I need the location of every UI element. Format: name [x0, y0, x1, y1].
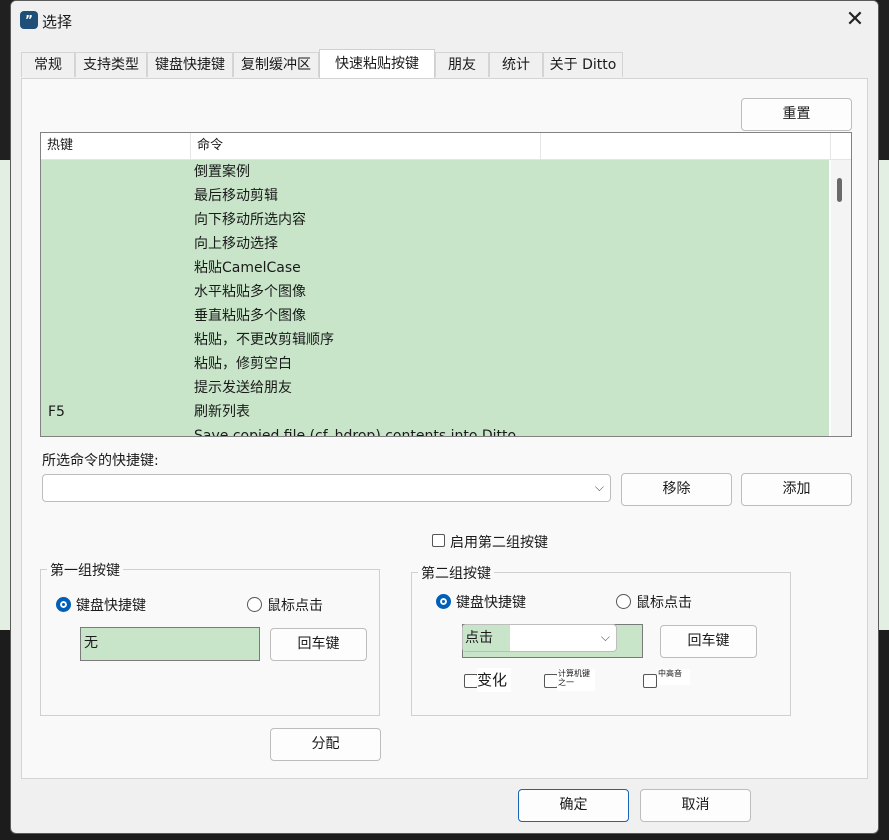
list-body: 倒置案例最后移动剪辑向下移动所选内容 向上移动选择粘贴CamelCase 水平粘贴多…: [41, 160, 829, 436]
list-item[interactable]: 向上移动选择: [41, 232, 829, 256]
computer-key-checkbox[interactable]: [544, 674, 558, 688]
group1-keyboard-label: 键盘快捷键: [76, 598, 146, 614]
group2-combo-value: 点击: [463, 625, 510, 651]
list-item[interactable]: 提示发送给朋友: [41, 376, 829, 400]
list-item[interactable]: 粘贴CamelCase: [41, 256, 829, 280]
list-item-command: 最后移动剪辑: [194, 188, 278, 204]
scrollbar-thumb[interactable]: [837, 178, 842, 202]
list-item-command: Save copied file (cf_hdrop) contents int…: [194, 428, 517, 436]
reset-button[interactable]: 重置: [741, 98, 852, 131]
group-first-title: 第一组按键: [47, 560, 123, 580]
list-item[interactable]: Save copied file (cf_hdrop) contents int…: [41, 424, 829, 436]
list-item-command: 粘贴，不更改剪辑顺序: [194, 332, 334, 348]
ditto-app-icon: ”: [20, 11, 38, 29]
list-item[interactable]: 水平粘贴多个图像: [41, 280, 829, 304]
title-bar: ” 选择 ✕: [11, 1, 878, 41]
tab-keyboard-shortcuts[interactable]: 键盘快捷键: [147, 52, 233, 77]
hotkey-command-list[interactable]: 热键 命令 倒置案例最后移动剪辑向下移动所选内容 向上移动选择粘贴CamelCas…: [40, 132, 852, 437]
enable-second-set-checkbox[interactable]: [432, 534, 445, 547]
tab-supported-types[interactable]: 支持类型: [75, 52, 147, 77]
tab-general[interactable]: 常规: [21, 52, 75, 77]
window-title: 选择: [42, 13, 73, 31]
mid-high-label: 中高音: [657, 669, 690, 685]
tab-stats[interactable]: 统计: [489, 52, 543, 77]
list-item-command: 刷新列表: [194, 404, 250, 420]
computer-key-label: 计算机键之一: [557, 669, 595, 691]
list-item-command: 向上移动选择: [194, 236, 278, 252]
list-item[interactable]: 粘贴，修剪空白: [41, 352, 829, 376]
group1-key-field[interactable]: 无: [80, 627, 260, 661]
list-item-command: 向下移动所选内容: [194, 212, 306, 228]
list-item[interactable]: F5 刷新列表: [41, 400, 829, 424]
shortcut-combo[interactable]: ⌵: [42, 474, 611, 502]
list-item-hotkey: F5: [48, 404, 65, 420]
list-item-command: 粘贴，修剪空白: [194, 356, 292, 372]
group-second-title: 第二组按键: [418, 563, 494, 583]
group2-mouse-radio[interactable]: [616, 594, 631, 609]
column-extra[interactable]: [541, 133, 831, 159]
mid-high-checkbox[interactable]: [643, 674, 657, 688]
column-command[interactable]: 命令: [191, 133, 541, 159]
list-item[interactable]: 最后移动剪辑: [41, 184, 829, 208]
enable-second-set-label: 启用第二组按键: [450, 535, 548, 551]
list-item-command: 提示发送给朋友: [194, 380, 292, 396]
selected-command-shortcut-label: 所选命令的快捷键:: [42, 453, 159, 469]
list-item-command: 垂直粘贴多个图像: [194, 308, 306, 324]
assign-button[interactable]: 分配: [270, 728, 381, 761]
remove-button[interactable]: 移除: [621, 473, 732, 506]
tab-about-ditto[interactable]: 关于 Ditto: [543, 52, 623, 77]
close-icon[interactable]: ✕: [832, 1, 878, 39]
list-item[interactable]: 向下移动所选内容: [41, 208, 829, 232]
list-item-command: 水平粘贴多个图像: [194, 284, 306, 300]
list-item-command: 粘贴CamelCase: [194, 260, 301, 276]
tab-copy-buffers[interactable]: 复制缓冲区: [233, 52, 319, 77]
options-dialog: ” 选择 ✕ 常规 支持类型 键盘快捷键 复制缓冲区 快速粘贴按键 朋友 统计 …: [10, 0, 879, 834]
list-item-command: 倒置案例: [194, 164, 250, 180]
list-scrollbar[interactable]: [831, 160, 851, 436]
list-item[interactable]: 粘贴，不更改剪辑顺序: [41, 328, 829, 352]
group1-mouse-label: 鼠标点击: [267, 598, 323, 614]
chevron-down-icon: ⌵: [594, 480, 604, 494]
group2-key-combo[interactable]: 点击 ⌵: [462, 624, 617, 652]
list-item[interactable]: 垂直粘贴多个图像: [41, 304, 829, 328]
ok-button[interactable]: 确定: [518, 789, 629, 822]
group2-keyboard-label: 键盘快捷键: [456, 595, 526, 611]
list-header: 热键 命令: [41, 133, 851, 160]
group1-keyboard-radio[interactable]: [56, 597, 71, 612]
list-item[interactable]: 倒置案例: [41, 160, 829, 184]
column-hotkey[interactable]: 热键: [41, 133, 191, 159]
tab-quick-paste-keys[interactable]: 快速粘贴按键: [319, 49, 435, 78]
group2-keyboard-radio[interactable]: [436, 594, 451, 609]
add-button[interactable]: 添加: [741, 473, 852, 506]
change-label: 变化: [477, 668, 512, 692]
group1-enter-button[interactable]: 回车键: [270, 628, 367, 661]
tab-friends[interactable]: 朋友: [435, 52, 489, 77]
group1-mouse-radio[interactable]: [247, 597, 262, 612]
chevron-down-icon: ⌵: [600, 630, 610, 644]
cancel-button[interactable]: 取消: [640, 789, 751, 822]
group2-enter-button[interactable]: 回车键: [660, 625, 757, 658]
group2-mouse-label: 鼠标点击: [636, 595, 692, 611]
change-checkbox[interactable]: [464, 674, 478, 688]
